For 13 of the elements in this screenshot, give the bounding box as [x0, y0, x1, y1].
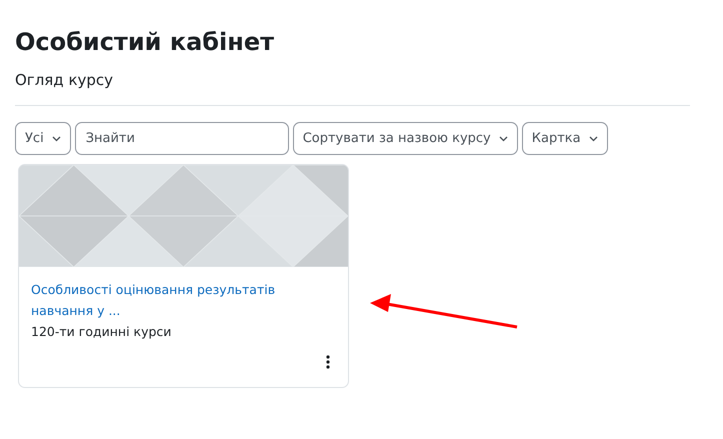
course-category: 120-ти годинні курси — [31, 323, 172, 342]
filter-dropdown[interactable]: Усі — [15, 122, 71, 156]
section-title: Огляд курсу — [15, 70, 114, 91]
caret-icon — [588, 136, 598, 142]
course-card[interactable]: Особливості оцінювання результатів навчання у ... 120-ти годинні курси — [18, 164, 349, 388]
caret-icon — [52, 136, 61, 142]
course-title-link[interactable]: Особливості оцінювання результатів навчання у ... — [31, 279, 336, 322]
caret-icon — [498, 136, 508, 142]
filter-dropdown[interactable]: Сортувати за назвою курсу — [292, 122, 518, 156]
page-title: Особистий кабінет — [15, 28, 276, 57]
filter-dropdown[interactable]: Картка — [522, 122, 608, 156]
vertical-dots-icon — [326, 354, 330, 369]
search-field[interactable]: Знайти — [74, 122, 289, 156]
